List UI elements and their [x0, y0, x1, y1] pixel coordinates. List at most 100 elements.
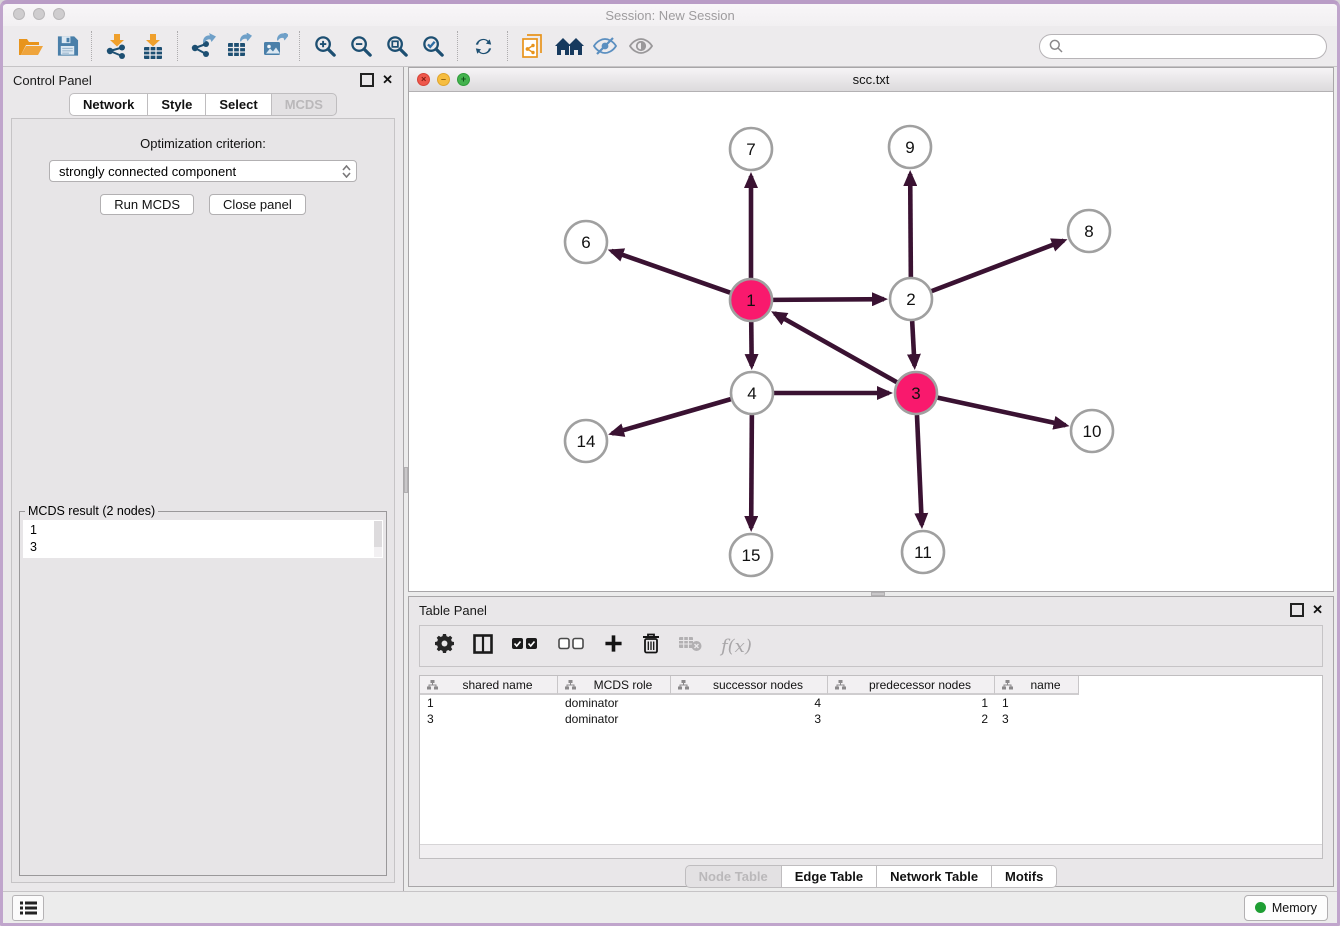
export-network-button[interactable] [185, 30, 221, 62]
zoom-out-button[interactable] [343, 30, 379, 62]
refresh-icon [472, 35, 495, 58]
node-label-3: 3 [911, 384, 920, 403]
vertical-scrollbar[interactable] [374, 521, 382, 557]
deselect-all-columns-button[interactable] [558, 637, 585, 655]
zoom-window-button[interactable] [53, 8, 65, 20]
zoom-selected-button[interactable] [415, 30, 451, 62]
vertical-splitter[interactable] [404, 67, 408, 891]
table-tab-edge-table[interactable]: Edge Table [781, 865, 877, 888]
table-tab-network-table[interactable]: Network Table [876, 865, 992, 888]
column-header-MCDS-role[interactable]: MCDS role [558, 676, 671, 695]
table-row[interactable]: 1dominator411 [420, 695, 1080, 711]
import-network-button[interactable] [99, 30, 135, 62]
edge-3-10[interactable] [938, 398, 1066, 426]
create-column-button[interactable] [604, 634, 623, 658]
task-history-button[interactable] [12, 895, 44, 921]
eye-slash-icon [592, 35, 618, 57]
horizontal-splitter[interactable] [408, 592, 1334, 596]
show-columns-button[interactable] [473, 634, 493, 659]
search-box[interactable] [1039, 34, 1327, 59]
export-table-icon [226, 33, 252, 59]
network-maximize-button[interactable] [457, 73, 470, 86]
node-label-8: 8 [1084, 222, 1093, 241]
import-table-button[interactable] [135, 30, 171, 62]
show-graphics-details-button[interactable] [623, 30, 659, 62]
mcds-result-box[interactable]: 13 [23, 520, 383, 558]
edge-1-2[interactable] [773, 299, 884, 300]
result-line: 3 [30, 539, 371, 556]
float-panel-icon[interactable] [1290, 603, 1304, 617]
control-tab-style[interactable]: Style [147, 93, 206, 116]
control-panel-header: Control Panel [3, 67, 403, 93]
table-row[interactable]: 3dominator323 [420, 711, 1080, 727]
table-settings-button[interactable] [435, 634, 454, 658]
hide-graphics-details-button[interactable] [587, 30, 623, 62]
control-tab-select[interactable]: Select [205, 93, 271, 116]
delete-column-button[interactable] [642, 633, 660, 659]
attribute-icon [835, 680, 846, 690]
table-cell: 3 [420, 711, 558, 727]
window-controls [13, 8, 65, 20]
splitter-handle[interactable] [871, 592, 885, 596]
control-tab-network[interactable]: Network [69, 93, 148, 116]
close-panel-icon[interactable] [1312, 602, 1323, 618]
node-label-6: 6 [581, 233, 590, 252]
network-canvas[interactable]: 7968124314101511 [409, 92, 1333, 591]
splitter-handle[interactable] [404, 467, 408, 493]
column-header-name[interactable]: name [995, 676, 1079, 695]
save-session-button[interactable] [49, 30, 85, 62]
zoom-in-button[interactable] [307, 30, 343, 62]
close-panel-button[interactable]: Close panel [209, 194, 306, 215]
run-mcds-button[interactable]: Run MCDS [100, 194, 194, 215]
optimization-criterion-label: Optimization criterion: [140, 136, 266, 151]
zoom-fit-button[interactable] [379, 30, 415, 62]
memory-button[interactable]: Memory [1244, 895, 1328, 921]
edge-3-1[interactable] [775, 313, 897, 382]
horizontal-scrollbar[interactable] [420, 844, 1322, 858]
open-session-button[interactable] [13, 30, 49, 62]
houses-icon [555, 36, 584, 57]
status-bar: Memory [3, 891, 1337, 923]
export-image-button[interactable] [257, 30, 293, 62]
memory-status-icon [1255, 902, 1266, 913]
criterion-selected-value: strongly connected component [59, 164, 236, 179]
edge-2-9[interactable] [910, 174, 911, 277]
gear-icon [435, 634, 454, 653]
minimize-window-button[interactable] [33, 8, 45, 20]
float-panel-icon[interactable] [360, 73, 374, 87]
scrollbar-thumb[interactable] [374, 521, 382, 547]
network-overview-button[interactable] [551, 30, 587, 62]
apply-layout-button[interactable] [465, 30, 501, 62]
select-all-columns-button[interactable] [512, 637, 539, 655]
plus-icon [604, 634, 623, 653]
edge-2-8[interactable] [932, 241, 1064, 292]
edge-2-3[interactable] [912, 321, 914, 366]
network-window: scc.txt 7968124314101511 [408, 67, 1334, 592]
close-window-button[interactable] [13, 8, 25, 20]
close-panel-icon[interactable] [382, 72, 393, 88]
criterion-dropdown[interactable]: strongly connected component [49, 160, 357, 182]
edge-1-6[interactable] [611, 251, 730, 293]
dropdown-stepper-icon [342, 165, 351, 178]
node-label-10: 10 [1083, 422, 1102, 441]
network-close-button[interactable] [417, 73, 430, 86]
table-tab-motifs[interactable]: Motifs [991, 865, 1057, 888]
edge-4-15[interactable] [751, 415, 752, 528]
new-network-button[interactable] [515, 30, 551, 62]
edge-3-11[interactable] [917, 415, 922, 525]
control-tab-mcds[interactable]: MCDS [271, 93, 337, 116]
attribute-icon [565, 680, 576, 690]
attribute-icon [427, 680, 438, 690]
window-title: Session: New Session [605, 8, 734, 23]
network-minimize-button[interactable] [437, 73, 450, 86]
edge-4-14[interactable] [612, 399, 731, 433]
column-header-predecessor-nodes[interactable]: predecessor nodes [828, 676, 995, 695]
table-tab-node-table[interactable]: Node Table [685, 865, 782, 888]
column-header-shared-name[interactable]: shared name [420, 676, 558, 695]
search-input[interactable] [1069, 38, 1317, 55]
delete-table-button[interactable] [679, 636, 702, 657]
function-builder-button[interactable]: f(x) [721, 636, 752, 657]
export-table-button[interactable] [221, 30, 257, 62]
table-cell: dominator [558, 695, 671, 711]
column-header-successor-nodes[interactable]: successor nodes [671, 676, 828, 695]
